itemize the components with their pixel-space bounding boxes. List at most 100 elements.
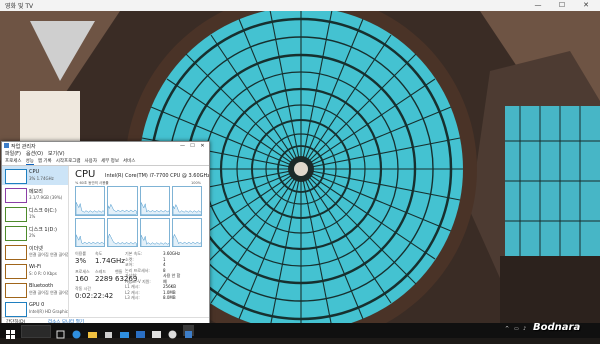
network-icon[interactable]: ▭ <box>514 326 519 332</box>
resource-value: 1% <box>29 214 36 219</box>
volume-icon[interactable]: ♪ <box>523 326 526 332</box>
tab-startup[interactable]: 시작프로그램 <box>56 158 81 164</box>
store-icon[interactable] <box>103 325 114 338</box>
speed-value: 1.74GHz <box>95 257 125 265</box>
start-icon[interactable] <box>5 325 16 339</box>
taskbar: ^ ▭ ♪ <box>0 323 600 339</box>
core-graph <box>75 186 106 216</box>
resource-name: Bluetooth <box>29 283 54 289</box>
menu-view[interactable]: 보기(V) <box>48 150 65 157</box>
resource-name: 디스크 0(C:) <box>29 208 57 214</box>
resource-value: 연결 끊어짐 연결 끊어짐 <box>29 252 69 257</box>
core-usage-trace <box>140 202 169 215</box>
menu-options[interactable]: 옵션(O) <box>26 150 43 157</box>
resource-sparkline <box>5 283 27 298</box>
resource-item[interactable]: 메모리 3.1/7.9GB (39%) <box>2 185 68 204</box>
task-manager-icon <box>4 143 9 148</box>
threads-value: 2289 <box>95 275 113 283</box>
core-usage-trace <box>76 234 105 246</box>
movies-tv-icon[interactable] <box>135 325 146 338</box>
detail-value: 1.0MB <box>163 289 176 295</box>
resource-sparkline <box>5 302 27 317</box>
resource-value: 3.1/7.9GB (39%) <box>29 195 63 200</box>
resource-value: S: 0 R: 0 Kbps <box>29 271 57 276</box>
tray-chevron-icon[interactable]: ^ <box>505 326 509 332</box>
resource-name: 이더넷 <box>29 246 43 252</box>
resource-list: CPU 3% 1.74GHz 메모리 3.1/7.9GB (39%) 디스크 0(C:)… <box>2 166 69 318</box>
tab-app-history[interactable]: 앱 기록 <box>38 158 52 164</box>
resource-sparkline <box>5 245 27 260</box>
core-graph <box>107 186 138 216</box>
tab-users[interactable]: 사용자 <box>85 158 97 164</box>
tm-menu-bar: 파일(F) 옵션(O) 보기(V) <box>2 150 209 157</box>
processes-value: 160 <box>75 275 89 283</box>
resource-sparkline <box>5 207 27 222</box>
detail-value: 8.0MB <box>163 295 176 300</box>
maximize-button[interactable]: ☐ <box>552 0 572 11</box>
resource-item[interactable]: 이더넷 연결 끊어짐 연결 끊어짐 <box>2 242 68 261</box>
core-usage-trace <box>108 233 137 246</box>
resource-name: 메모리 <box>29 189 43 195</box>
task-manager-title: 작업 관리자 <box>11 144 36 150</box>
resource-name: Wi-Fi <box>29 264 41 270</box>
resource-item[interactable]: 디스크 0(C:) 1% <box>2 204 68 223</box>
cpu-core-graphs <box>75 186 202 247</box>
resource-sparkline <box>5 226 27 241</box>
media-window-title: 영화 및 TV <box>5 3 34 10</box>
tm-tab-bar: 프로세스 성능 앱 기록 시작프로그램 사용자 세부 정보 서비스 <box>2 157 209 166</box>
core-graph <box>139 217 170 247</box>
app-icon[interactable] <box>167 325 178 339</box>
uptime-value: 0:02:22:42 <box>75 292 114 300</box>
tab-processes[interactable]: 프로세스 <box>5 158 22 164</box>
detail-value: 256KB <box>163 284 177 289</box>
tm-close-button[interactable]: ✕ <box>198 142 207 150</box>
task-manager-taskbar-icon[interactable] <box>183 325 194 338</box>
task-view-icon[interactable] <box>55 325 66 339</box>
resource-item[interactable]: GPU 0 Intel(R) HD Graphics <box>2 299 68 318</box>
resource-item[interactable]: Wi-Fi S: 0 R: 0 Kbps <box>2 261 68 280</box>
resource-name: GPU 0 <box>29 302 45 308</box>
resource-item[interactable]: 디스크 1(D:) 2% <box>2 223 68 242</box>
tab-services[interactable]: 서비스 <box>123 158 135 164</box>
core-graph <box>139 186 170 216</box>
watermark-logo: Bodnara <box>533 322 581 333</box>
minimize-button[interactable]: — <box>528 0 548 11</box>
core-usage-trace <box>108 203 137 215</box>
graph-max-label: 100% <box>190 181 201 185</box>
detail-key: L3 캐시: <box>125 295 140 300</box>
task-manager-title-bar[interactable]: 작업 관리자 — ☐ ✕ <box>2 142 209 150</box>
close-button[interactable]: ✕ <box>576 0 596 11</box>
tm-maximize-button[interactable]: ☐ <box>188 142 197 150</box>
cpu-panel: CPU Intel(R) Core(TM) i7-7700 CPU @ 3.60… <box>71 166 210 318</box>
photos-icon[interactable] <box>151 325 162 338</box>
detail-value: 8 <box>163 267 166 273</box>
resource-sparkline <box>5 169 27 184</box>
resource-name: CPU <box>29 169 40 175</box>
resource-sparkline <box>5 188 27 203</box>
file-explorer-icon[interactable] <box>87 325 98 338</box>
taskbar-search-box[interactable] <box>21 325 51 338</box>
detail-value: 3.60GHz <box>163 251 181 256</box>
detail-value: 1 <box>163 256 166 262</box>
detail-value: 4 <box>163 262 166 267</box>
edge-icon[interactable] <box>71 325 82 339</box>
core-graph <box>171 186 202 216</box>
mail-icon[interactable] <box>119 325 130 338</box>
core-usage-trace <box>172 204 201 215</box>
resource-name: 디스크 1(D:) <box>29 227 58 233</box>
resource-value: 연결 끊어짐 연결 끊어짐 <box>29 290 69 295</box>
tm-minimize-button[interactable]: — <box>178 142 187 150</box>
core-graph <box>75 217 106 247</box>
cpu-heading: CPU <box>75 169 96 180</box>
core-graph <box>171 217 202 247</box>
resource-value: Intel(R) HD Graphics <box>29 309 69 314</box>
tab-details[interactable]: 세부 정보 <box>101 158 119 164</box>
task-manager-window: 작업 관리자 — ☐ ✕ 파일(F) 옵션(O) 보기(V) 프로세스 성능 앱… <box>1 141 210 326</box>
resource-item[interactable]: Bluetooth 연결 끊어짐 연결 끊어짐 <box>2 280 68 299</box>
core-graph <box>107 217 138 247</box>
resource-item[interactable]: CPU 3% 1.74GHz <box>2 166 68 185</box>
resource-value: 2% <box>29 233 36 238</box>
menu-file[interactable]: 파일(F) <box>5 150 21 157</box>
tab-performance[interactable]: 성능 <box>25 158 34 165</box>
cpu-model: Intel(R) Core(TM) i7-7700 CPU @ 3.60GHz <box>105 173 210 179</box>
